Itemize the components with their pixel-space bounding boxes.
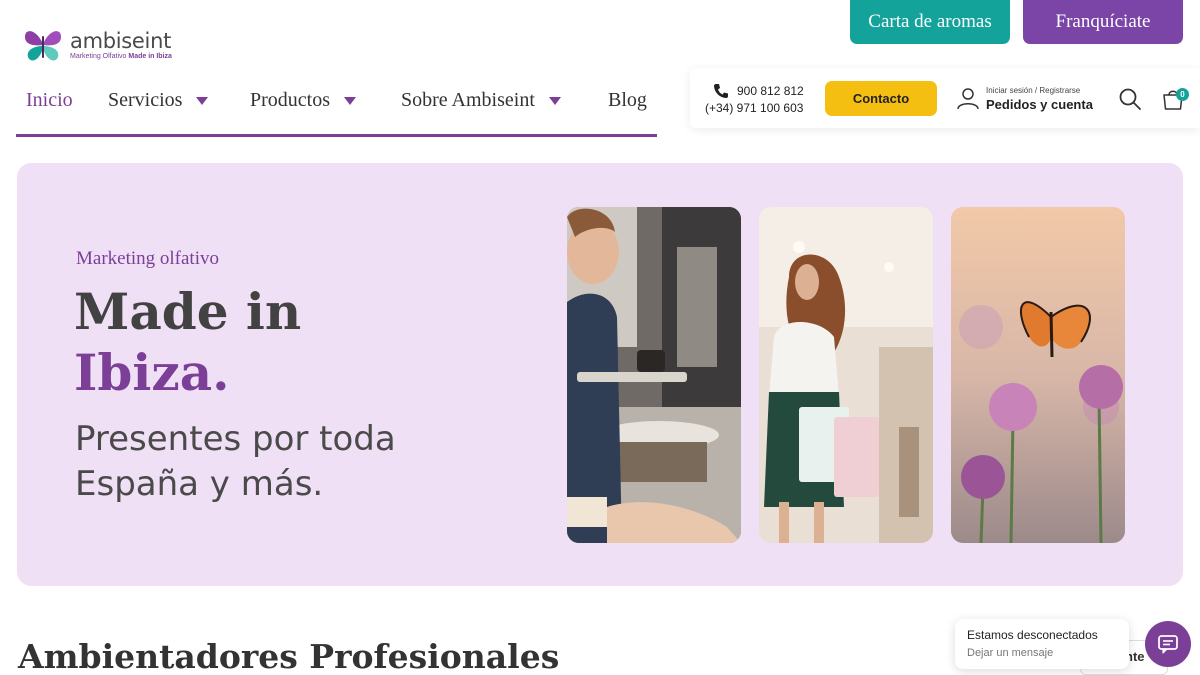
account-link[interactable]: Pedidos y cuenta [986, 97, 1093, 112]
nav-label: Servicios [108, 89, 183, 111]
search-icon[interactable] [1118, 87, 1142, 111]
phone-icon [714, 84, 728, 98]
nav-item-sobre-ambiseint[interactable]: Sobre Ambiseint [401, 89, 561, 112]
hero-photo-shopping [759, 207, 933, 543]
login-link[interactable]: Iniciar sesión / Registrarse [986, 86, 1080, 95]
nav-item-inicio[interactable]: Inicio [26, 89, 73, 112]
hero-title-line1: Made in [74, 282, 302, 341]
chevron-down-icon [548, 96, 561, 105]
chat-icon [1158, 635, 1178, 654]
brand-logo[interactable]: ambiseint Marketing Olfativo Made in Ibi… [22, 26, 172, 66]
nav-item-blog[interactable]: Blog [608, 89, 647, 112]
nav-label: Sobre Ambiseint [401, 89, 535, 111]
utility-bar: 900 812 812 (+34) 971 100 603 Contacto I… [690, 68, 1200, 128]
hero-title: Made in Ibiza. [74, 281, 301, 403]
chevron-down-icon [344, 96, 356, 105]
contacto-button[interactable]: Contacto [825, 81, 937, 116]
phone-number-main[interactable]: 900 812 812 [737, 84, 804, 98]
hero-subtitle: Presentes por toda España y más. [75, 417, 396, 507]
brand-tagline: Marketing Olfativo Made in Ibiza [70, 53, 172, 60]
chat-status-bubble[interactable]: Estamos desconectados Dejar un mensaje [955, 619, 1129, 669]
brand-name: ambiseint [70, 29, 172, 53]
chevron-down-icon [196, 96, 209, 105]
phone-number-alt[interactable]: (+34) 971 100 603 [705, 101, 803, 115]
hero-subtitle-line1: Presentes por toda [75, 419, 396, 459]
carta-de-aromas-button[interactable]: Carta de aromas [850, 0, 1010, 44]
user-icon[interactable] [956, 86, 980, 110]
cart-count-badge: 0 [1176, 88, 1189, 101]
chat-leave-message: Dejar un mensaje [967, 647, 1054, 659]
franquiciate-button[interactable]: Franquíciate [1023, 0, 1183, 44]
hero-title-line2: Ibiza. [74, 343, 230, 402]
hero-photo-cafe [567, 207, 741, 543]
section-title-ambientadores: Ambientadores Profesionales [18, 637, 560, 675]
chat-status-text: Estamos desconectados [967, 628, 1098, 642]
nav-item-servicios[interactable]: Servicios [108, 89, 209, 112]
main-nav: Inicio Servicios Productos Sobre Ambisei… [16, 78, 657, 137]
nav-label: Inicio [26, 89, 73, 111]
butterfly-logo-icon [24, 31, 62, 61]
nav-label: Blog [608, 89, 647, 111]
hero-subtitle-line2: España y más. [75, 464, 324, 504]
hero-banner: Marketing olfativo Made in Ibiza. Presen… [17, 163, 1183, 586]
nav-label: Productos [250, 89, 330, 111]
nav-item-productos[interactable]: Productos [250, 89, 356, 112]
chat-open-button[interactable] [1145, 621, 1191, 667]
hero-eyebrow: Marketing olfativo [76, 248, 219, 269]
hero-photo-butterfly [951, 207, 1125, 543]
